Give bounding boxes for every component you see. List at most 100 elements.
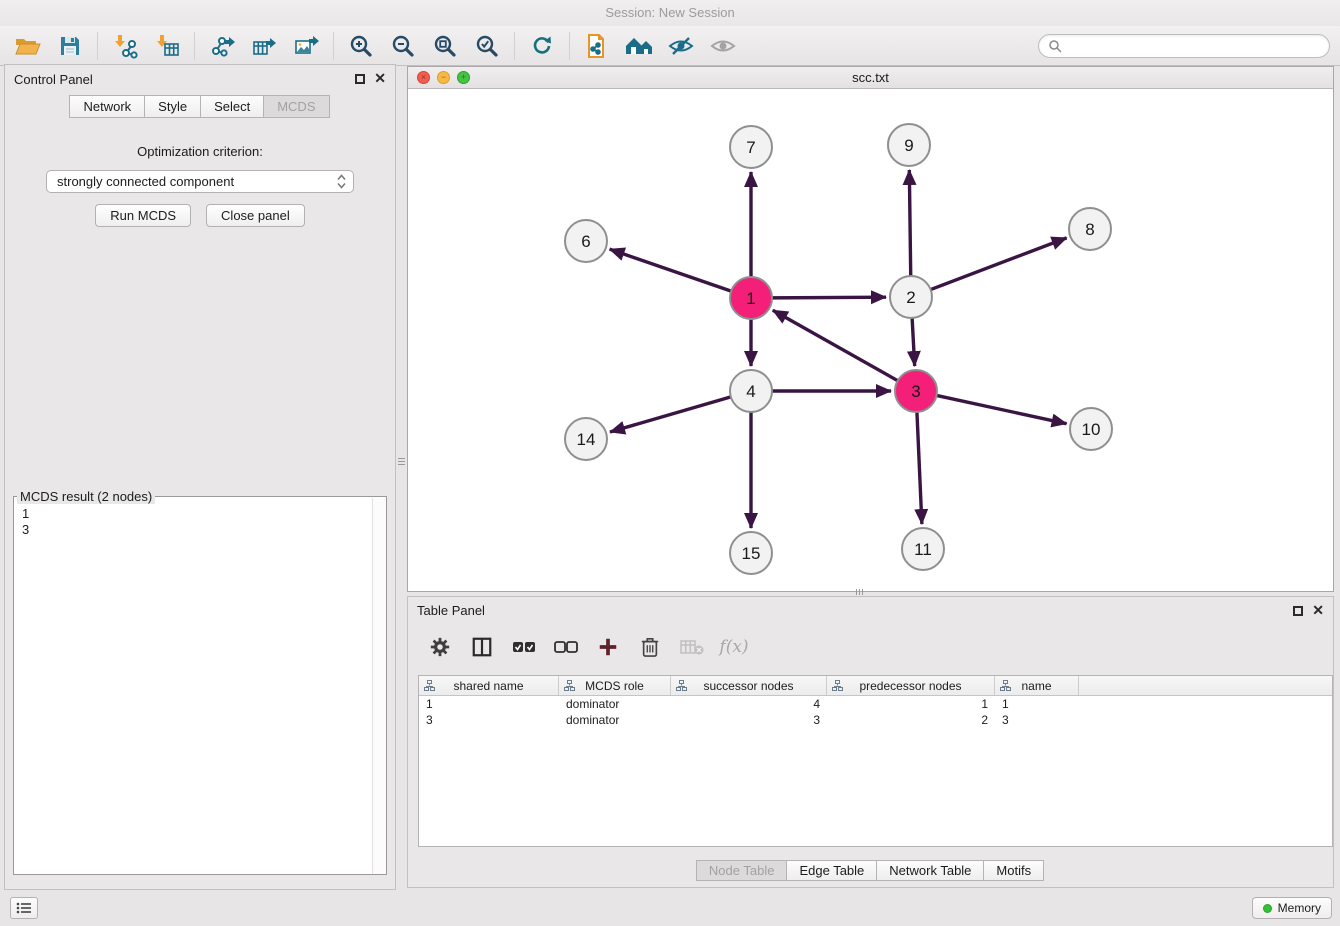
graph-edge-1-2[interactable] — [772, 297, 886, 298]
mcds-buttons: Run MCDS Close panel — [5, 204, 395, 227]
export-network-button[interactable] — [204, 30, 240, 62]
column-header-shared-name[interactable]: shared name — [419, 676, 559, 695]
memory-label: Memory — [1278, 901, 1321, 915]
table-row[interactable]: 1dominator411 — [419, 696, 1332, 712]
graph-node-1[interactable]: 1 — [730, 277, 772, 319]
list-icon — [16, 902, 32, 914]
close-panel-icon[interactable]: ✕ — [374, 70, 386, 87]
tab-mcds[interactable]: MCDS — [263, 95, 329, 118]
tab-node-table[interactable]: Node Table — [696, 860, 788, 881]
graph-edge-3-1[interactable] — [773, 310, 898, 380]
hide-selected-button[interactable] — [663, 30, 699, 62]
deselect-all-button[interactable] — [550, 631, 582, 663]
memory-button[interactable]: Memory — [1252, 897, 1332, 919]
eye-slash-icon — [667, 33, 695, 59]
graph-node-9[interactable]: 9 — [888, 124, 930, 166]
table-cell: dominator — [559, 712, 671, 728]
node-label: 1 — [746, 289, 755, 308]
export-table-button[interactable] — [246, 30, 282, 62]
graph-node-7[interactable]: 7 — [730, 126, 772, 168]
graph-edge-3-11[interactable] — [917, 412, 922, 524]
graph-node-6[interactable]: 6 — [565, 220, 607, 262]
table-row[interactable]: 3dominator323 — [419, 712, 1332, 728]
tab-motifs[interactable]: Motifs — [983, 860, 1044, 881]
select-all-button[interactable] — [508, 631, 540, 663]
zoom-in-button[interactable] — [343, 30, 379, 62]
tab-select[interactable]: Select — [200, 95, 264, 118]
tab-edge-table[interactable]: Edge Table — [786, 860, 877, 881]
close-panel-icon[interactable]: ✕ — [1312, 602, 1324, 619]
minimize-window-icon[interactable]: − — [437, 71, 450, 84]
window-title: Session: New Session — [605, 5, 734, 20]
zoom-out-button[interactable] — [385, 30, 421, 62]
import-network-button[interactable] — [107, 30, 143, 62]
tab-network-table[interactable]: Network Table — [876, 860, 984, 881]
result-scrollbar[interactable] — [372, 498, 386, 874]
toggle-columns-button[interactable] — [466, 631, 498, 663]
open-session-button[interactable] — [10, 30, 46, 62]
show-panels-button[interactable] — [10, 897, 38, 919]
node-label: 8 — [1085, 220, 1094, 239]
toolbar-separator — [514, 32, 515, 60]
export-image-button[interactable] — [288, 30, 324, 62]
tab-network[interactable]: Network — [69, 95, 145, 118]
network-window-titlebar[interactable]: × − + scc.txt — [408, 67, 1333, 89]
result-line: 1 — [22, 506, 378, 522]
network-canvas[interactable]: 7 9 6 8 1 2 4 3 14 10 15 11 — [408, 89, 1333, 591]
node-label: 4 — [746, 382, 755, 401]
float-panel-icon[interactable] — [355, 74, 365, 84]
column-header-mcds-role[interactable]: MCDS role — [559, 676, 671, 695]
graph-edge-1-6[interactable] — [610, 249, 732, 291]
graph-edge-4-14[interactable] — [610, 397, 731, 432]
graph-edge-2-9[interactable] — [909, 170, 910, 276]
table-cell: 2 — [827, 712, 995, 728]
delete-table-button — [676, 631, 708, 663]
graph-node-11[interactable]: 11 — [902, 528, 944, 570]
import-network-icon — [112, 33, 138, 59]
close-panel-button[interactable]: Close panel — [206, 204, 305, 227]
run-mcds-button[interactable]: Run MCDS — [95, 204, 191, 227]
close-window-icon[interactable]: × — [417, 71, 430, 84]
vertical-splitter-handle[interactable] — [398, 458, 405, 465]
criterion-select[interactable]: strongly connected component — [46, 170, 354, 193]
graph-edge-2-3[interactable] — [912, 318, 915, 366]
node-label: 11 — [914, 540, 932, 559]
save-session-button[interactable] — [52, 30, 88, 62]
column-header-successor-nodes[interactable]: successor nodes — [671, 676, 827, 695]
zoom-fit-button[interactable] — [427, 30, 463, 62]
main-toolbar — [0, 26, 1340, 66]
graph-edge-3-10[interactable] — [937, 395, 1067, 423]
graph-node-3[interactable]: 3 — [895, 370, 937, 412]
graph-node-10[interactable]: 10 — [1070, 408, 1112, 450]
table-settings-button[interactable] — [424, 631, 456, 663]
search-field[interactable] — [1038, 34, 1330, 58]
column-header-predecessor-nodes[interactable]: predecessor nodes — [827, 676, 995, 695]
graph-node-8[interactable]: 8 — [1069, 208, 1111, 250]
maximize-window-icon[interactable]: + — [457, 71, 470, 84]
delete-column-button[interactable] — [634, 631, 666, 663]
mcds-result-title: MCDS result (2 nodes) — [17, 489, 155, 504]
zoom-in-icon — [348, 33, 374, 59]
window-titlebar[interactable]: Session: New Session — [0, 0, 1340, 26]
table-panel-header: Table Panel ✕ — [408, 597, 1333, 623]
graph-edge-2-8[interactable] — [931, 238, 1067, 290]
function-builder-button: f(x) — [718, 631, 750, 663]
import-table-button[interactable] — [149, 30, 185, 62]
graph-node-15[interactable]: 15 — [730, 532, 772, 574]
search-input[interactable] — [1067, 38, 1320, 53]
float-panel-icon[interactable] — [1293, 606, 1303, 616]
network-file-button[interactable] — [579, 30, 615, 62]
graph-node-2[interactable]: 2 — [890, 276, 932, 318]
table-cell: 1 — [827, 696, 995, 712]
add-column-button[interactable] — [592, 631, 624, 663]
graph-node-14[interactable]: 14 — [565, 418, 607, 460]
sort-hierarchy-icon — [424, 680, 435, 691]
tab-style[interactable]: Style — [144, 95, 201, 118]
graph-node-4[interactable]: 4 — [730, 370, 772, 412]
column-header-name[interactable]: name — [995, 676, 1079, 695]
zoom-selected-button[interactable] — [469, 30, 505, 62]
select-stepper-icon — [337, 174, 346, 189]
home-button[interactable] — [621, 30, 657, 62]
horizontal-splitter-handle[interactable] — [856, 589, 863, 596]
refresh-network-button[interactable] — [524, 30, 560, 62]
